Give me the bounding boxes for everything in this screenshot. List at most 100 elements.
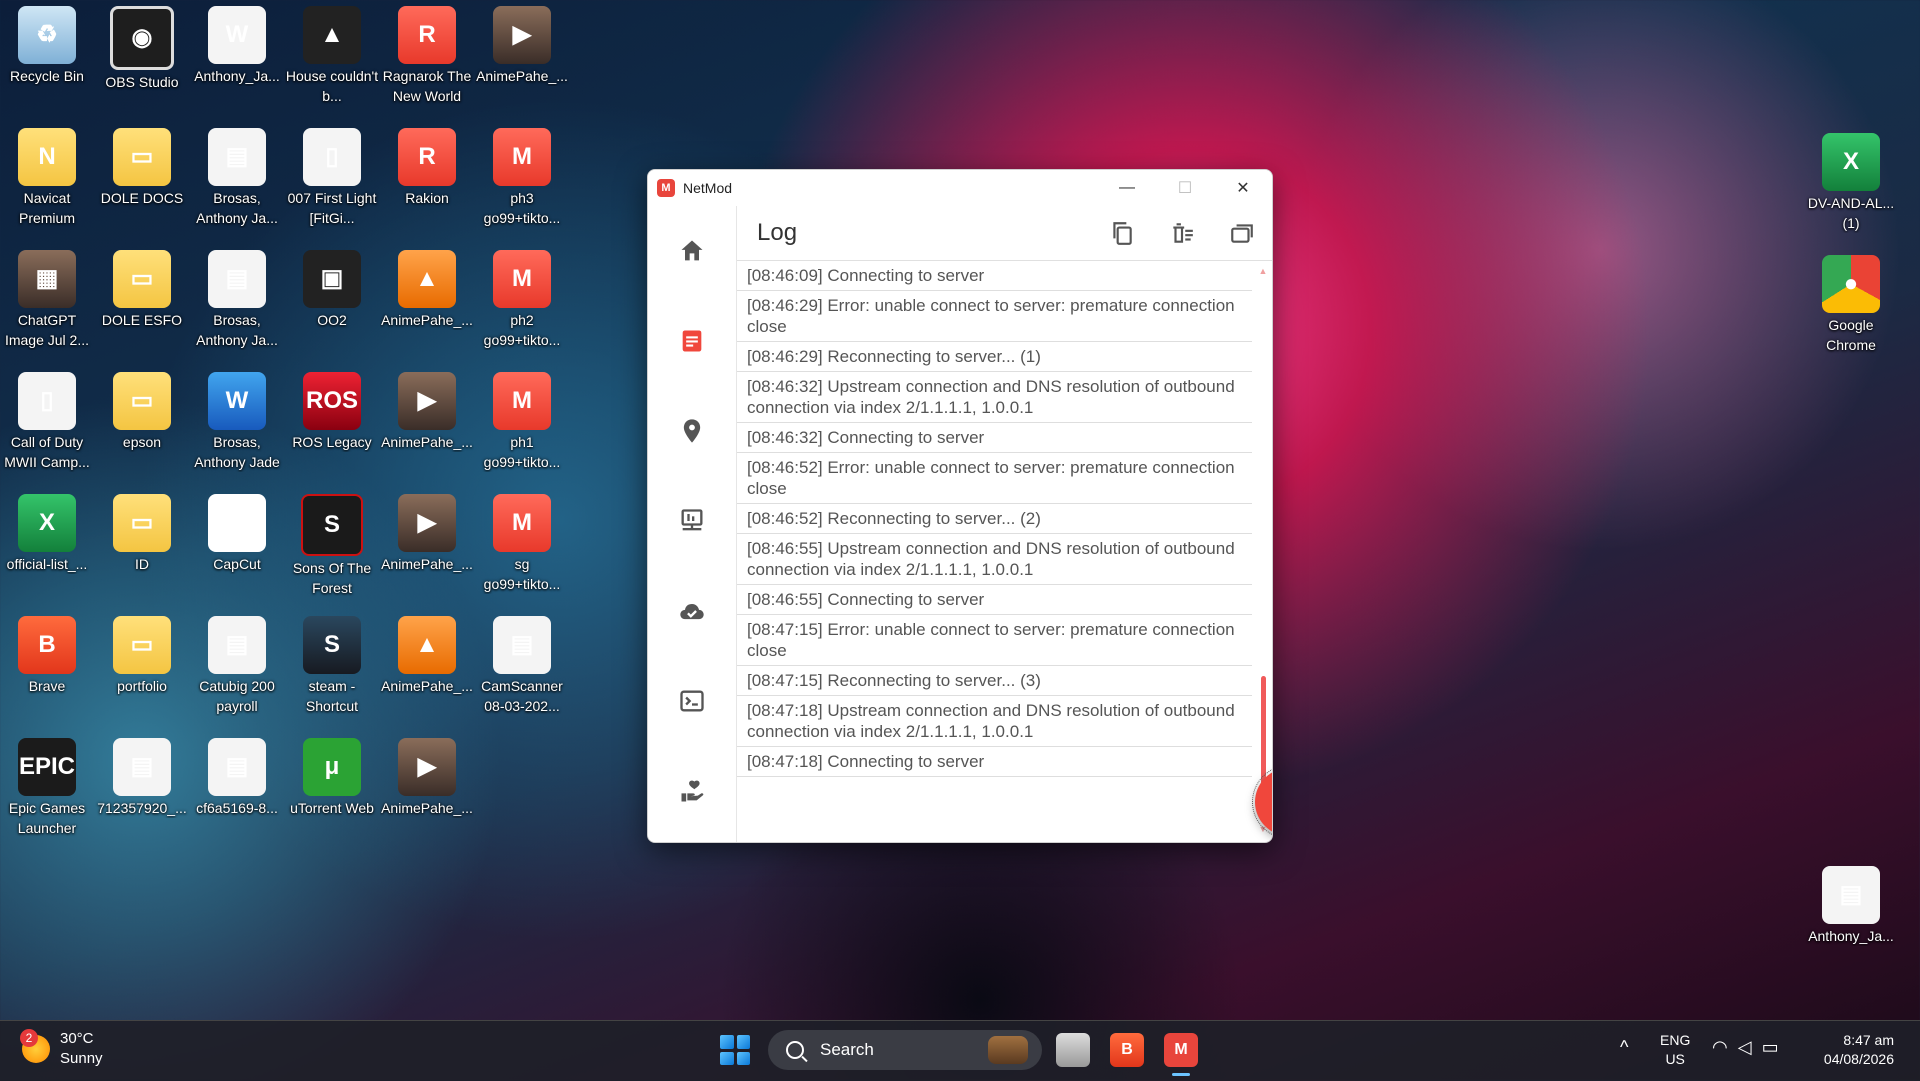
desktop-icon-label: cf6a5169-8... bbox=[196, 800, 278, 816]
sidebar-item-terminal[interactable] bbox=[648, 656, 736, 746]
weather-widget[interactable]: 2 30°C Sunny bbox=[20, 1029, 103, 1069]
desktop-icon-label: Ragnarok The New World bbox=[382, 68, 472, 104]
log-list[interactable]: [08:46:09] Connecting to server [08:46:29… bbox=[737, 261, 1252, 842]
brave-icon[interactable]: B bbox=[1110, 1033, 1144, 1067]
desktop-icon[interactable]: ▤ Brosas, Anthony Ja... bbox=[190, 124, 284, 228]
copy-log-button[interactable] bbox=[1092, 206, 1152, 260]
desktop-icon[interactable]: ▯ 007 First Light [FitGi... bbox=[285, 124, 379, 228]
sidebar-item-location[interactable] bbox=[648, 386, 736, 476]
desktop-icon-label: Google Chrome bbox=[1826, 317, 1876, 353]
desktop-icon[interactable]: ▤ Catubig 200 payroll bbox=[190, 612, 284, 716]
desktop-icon[interactable]: ● Google Chrome bbox=[1804, 251, 1898, 355]
desktop-app-icon: ▯ bbox=[18, 372, 76, 430]
desktop-icon[interactable]: B Brave bbox=[0, 612, 94, 696]
desktop-icon[interactable]: W Brosas, Anthony Jade bbox=[190, 368, 284, 472]
date: 04/08/2026 bbox=[1823, 1051, 1894, 1067]
maximize-button[interactable]: ☐ bbox=[1156, 170, 1214, 206]
scroll-up-arrow-icon[interactable]: ▲ bbox=[1258, 266, 1268, 276]
desktop-icon[interactable]: Xofficial-list_... bbox=[0, 490, 94, 574]
desktop-icon[interactable]: ◉ OBS Studio bbox=[95, 2, 189, 92]
desktop-icon[interactable]: EPIC Epic Games Launcher bbox=[0, 734, 94, 838]
desktop-app-icon: ▶ bbox=[398, 494, 456, 552]
desktop-app-icon: M bbox=[493, 372, 551, 430]
log-entry: [08:47:18] Connecting to server bbox=[737, 747, 1252, 777]
sidebar-item-donate[interactable] bbox=[648, 746, 736, 836]
desktop-icon[interactable]: ROS ROS Legacy bbox=[285, 368, 379, 452]
desktop-icon[interactable]: ▶ AnimePahe_... bbox=[380, 734, 474, 818]
desktop-icon[interactable]: ▭ epson bbox=[95, 368, 189, 452]
desktop-icon[interactable]: ▤ CamScanner 08-03-202... bbox=[475, 612, 569, 716]
desktop-icon[interactable]: W Anthony_Ja... bbox=[190, 2, 284, 86]
language-indicator[interactable]: ENG US bbox=[1660, 1031, 1690, 1069]
desktop-icon[interactable]: ▤ 712357920_... bbox=[95, 734, 189, 818]
netmod-window[interactable]: M NetMod — ☐ ✕ Log [08:46:09] Connecting… bbox=[647, 169, 1273, 843]
active-indicator bbox=[1172, 1073, 1190, 1076]
window-title: NetMod bbox=[683, 180, 733, 196]
desktop-icon[interactable]: ▭ DOLE ESFO bbox=[95, 246, 189, 330]
desktop-icon[interactable]: Mph1 go99+tikto... bbox=[475, 368, 569, 472]
start-button[interactable] bbox=[720, 1035, 750, 1065]
desktop-icon[interactable]: Ssteam - Shortcut bbox=[285, 612, 379, 716]
desktop-icon[interactable]: ▭ DOLE DOCS bbox=[95, 124, 189, 208]
desktop-icon[interactable]: ▶ AnimePahe_... bbox=[380, 490, 474, 574]
search-highlight-icon bbox=[988, 1036, 1028, 1064]
minimize-button[interactable]: — bbox=[1098, 170, 1156, 206]
desktop-icon[interactable]: ▶ AnimePahe_... bbox=[380, 368, 474, 452]
close-button[interactable]: ✕ bbox=[1214, 170, 1272, 206]
desktop-icon[interactable]: ▶ AnimePahe_... bbox=[475, 2, 569, 86]
desktop-app-icon: X bbox=[18, 494, 76, 552]
desktop-icon-label: Epic Games Launcher bbox=[8, 800, 86, 836]
desktop-icon[interactable]: ▲ House couldn't b... bbox=[285, 2, 379, 106]
desktop-icon-label: Rakion bbox=[405, 190, 449, 206]
popout-window-button[interactable] bbox=[1212, 206, 1272, 260]
desktop-app-icon: ▭ bbox=[113, 616, 171, 674]
desktop-icon[interactable]: N Navicat Premium bbox=[0, 124, 94, 228]
desktop-icon[interactable]: Mph2 go99+tikto... bbox=[475, 246, 569, 350]
sidebar-item-home[interactable] bbox=[648, 206, 736, 296]
log-icon bbox=[682, 330, 702, 352]
sidebar-item-cloud[interactable] bbox=[648, 566, 736, 656]
desktop-app-icon: ▦ bbox=[18, 250, 76, 308]
desktop-icon[interactable]: R Ragnarok The New World bbox=[380, 2, 474, 106]
log-entry: [08:46:52] Error: unable connect to serv… bbox=[737, 453, 1252, 504]
desktop-icon-label: OBS Studio bbox=[105, 74, 179, 90]
desktop-icon[interactable]: μ uTorrent Web bbox=[285, 734, 379, 818]
desktop-icon-label: ROS Legacy bbox=[292, 434, 372, 450]
desktop-app-icon: μ bbox=[303, 738, 361, 796]
sidebar-item-log[interactable] bbox=[648, 296, 736, 386]
desktop-icon[interactable]: S Sons Of The Forest bbox=[285, 490, 379, 598]
file-explorer-icon[interactable] bbox=[1056, 1033, 1090, 1067]
desktop-icon[interactable]: ▲ AnimePahe_... bbox=[380, 612, 474, 696]
desktop-icon-label: Navicat Premium bbox=[18, 190, 75, 226]
log-scrollbar[interactable]: ▲ ▼ bbox=[1258, 266, 1268, 834]
desktop-icon[interactable]: ▤ Brosas, Anthony Ja... bbox=[190, 246, 284, 350]
desktop-icon[interactable]: ♻ Recycle Bin bbox=[0, 2, 94, 86]
desktop-icon[interactable]: Msg go99+tikto... bbox=[475, 490, 569, 594]
desktop-icon[interactable]: ▤ cf6a5169-8... bbox=[190, 734, 284, 818]
desktop-icon[interactable]: ▯ Call of Duty MWII Camp... bbox=[0, 368, 94, 472]
netmod-icon[interactable]: M bbox=[1164, 1033, 1198, 1067]
desktop-icon[interactable]: R Rakion bbox=[380, 124, 474, 208]
desktop-icon[interactable]: ▭ portfolio bbox=[95, 612, 189, 696]
clock[interactable]: 8:47 am 04/08/2026 bbox=[1814, 1031, 1894, 1069]
desktop-icon[interactable]: ▲ AnimePahe_... bbox=[380, 246, 474, 330]
desktop-icon[interactable]: Mph3 go99+tikto... bbox=[475, 124, 569, 228]
desktop-icon[interactable]: ✂ CapCut bbox=[190, 490, 284, 574]
desktop-icon[interactable]: ▦ ChatGPT Image Jul 2... bbox=[0, 246, 94, 350]
desktop-app-icon: ▣ bbox=[303, 250, 361, 308]
desktop-icon[interactable]: ▣ OO2 bbox=[285, 246, 379, 330]
desktop-app-icon: ▲ bbox=[398, 616, 456, 674]
taskbar-search[interactable]: Search bbox=[768, 1030, 1042, 1070]
desktop-icon[interactable]: X DV-AND-AL... (1) bbox=[1804, 129, 1898, 233]
sidebar-item-presentation[interactable] bbox=[648, 476, 736, 566]
desktop-icon[interactable]: ▭ ID bbox=[95, 490, 189, 574]
title-bar[interactable]: M NetMod — ☐ ✕ bbox=[648, 170, 1272, 206]
desktop-app-icon: R bbox=[398, 6, 456, 64]
system-tray-icons[interactable]: ◠◁▭ bbox=[1712, 1037, 1789, 1058]
desktop-icon[interactable]: ▤ Anthony_Ja... bbox=[1804, 862, 1898, 946]
desktop-app-icon: ◉ bbox=[110, 6, 174, 70]
desktop-icon-label: Brosas, Anthony Jade bbox=[194, 434, 280, 470]
clear-log-button[interactable] bbox=[1152, 206, 1212, 260]
show-hidden-icons-chevron-icon[interactable]: ^ bbox=[1620, 1037, 1628, 1058]
log-entry: [08:46:32] Upstream connection and DNS r… bbox=[737, 372, 1252, 423]
